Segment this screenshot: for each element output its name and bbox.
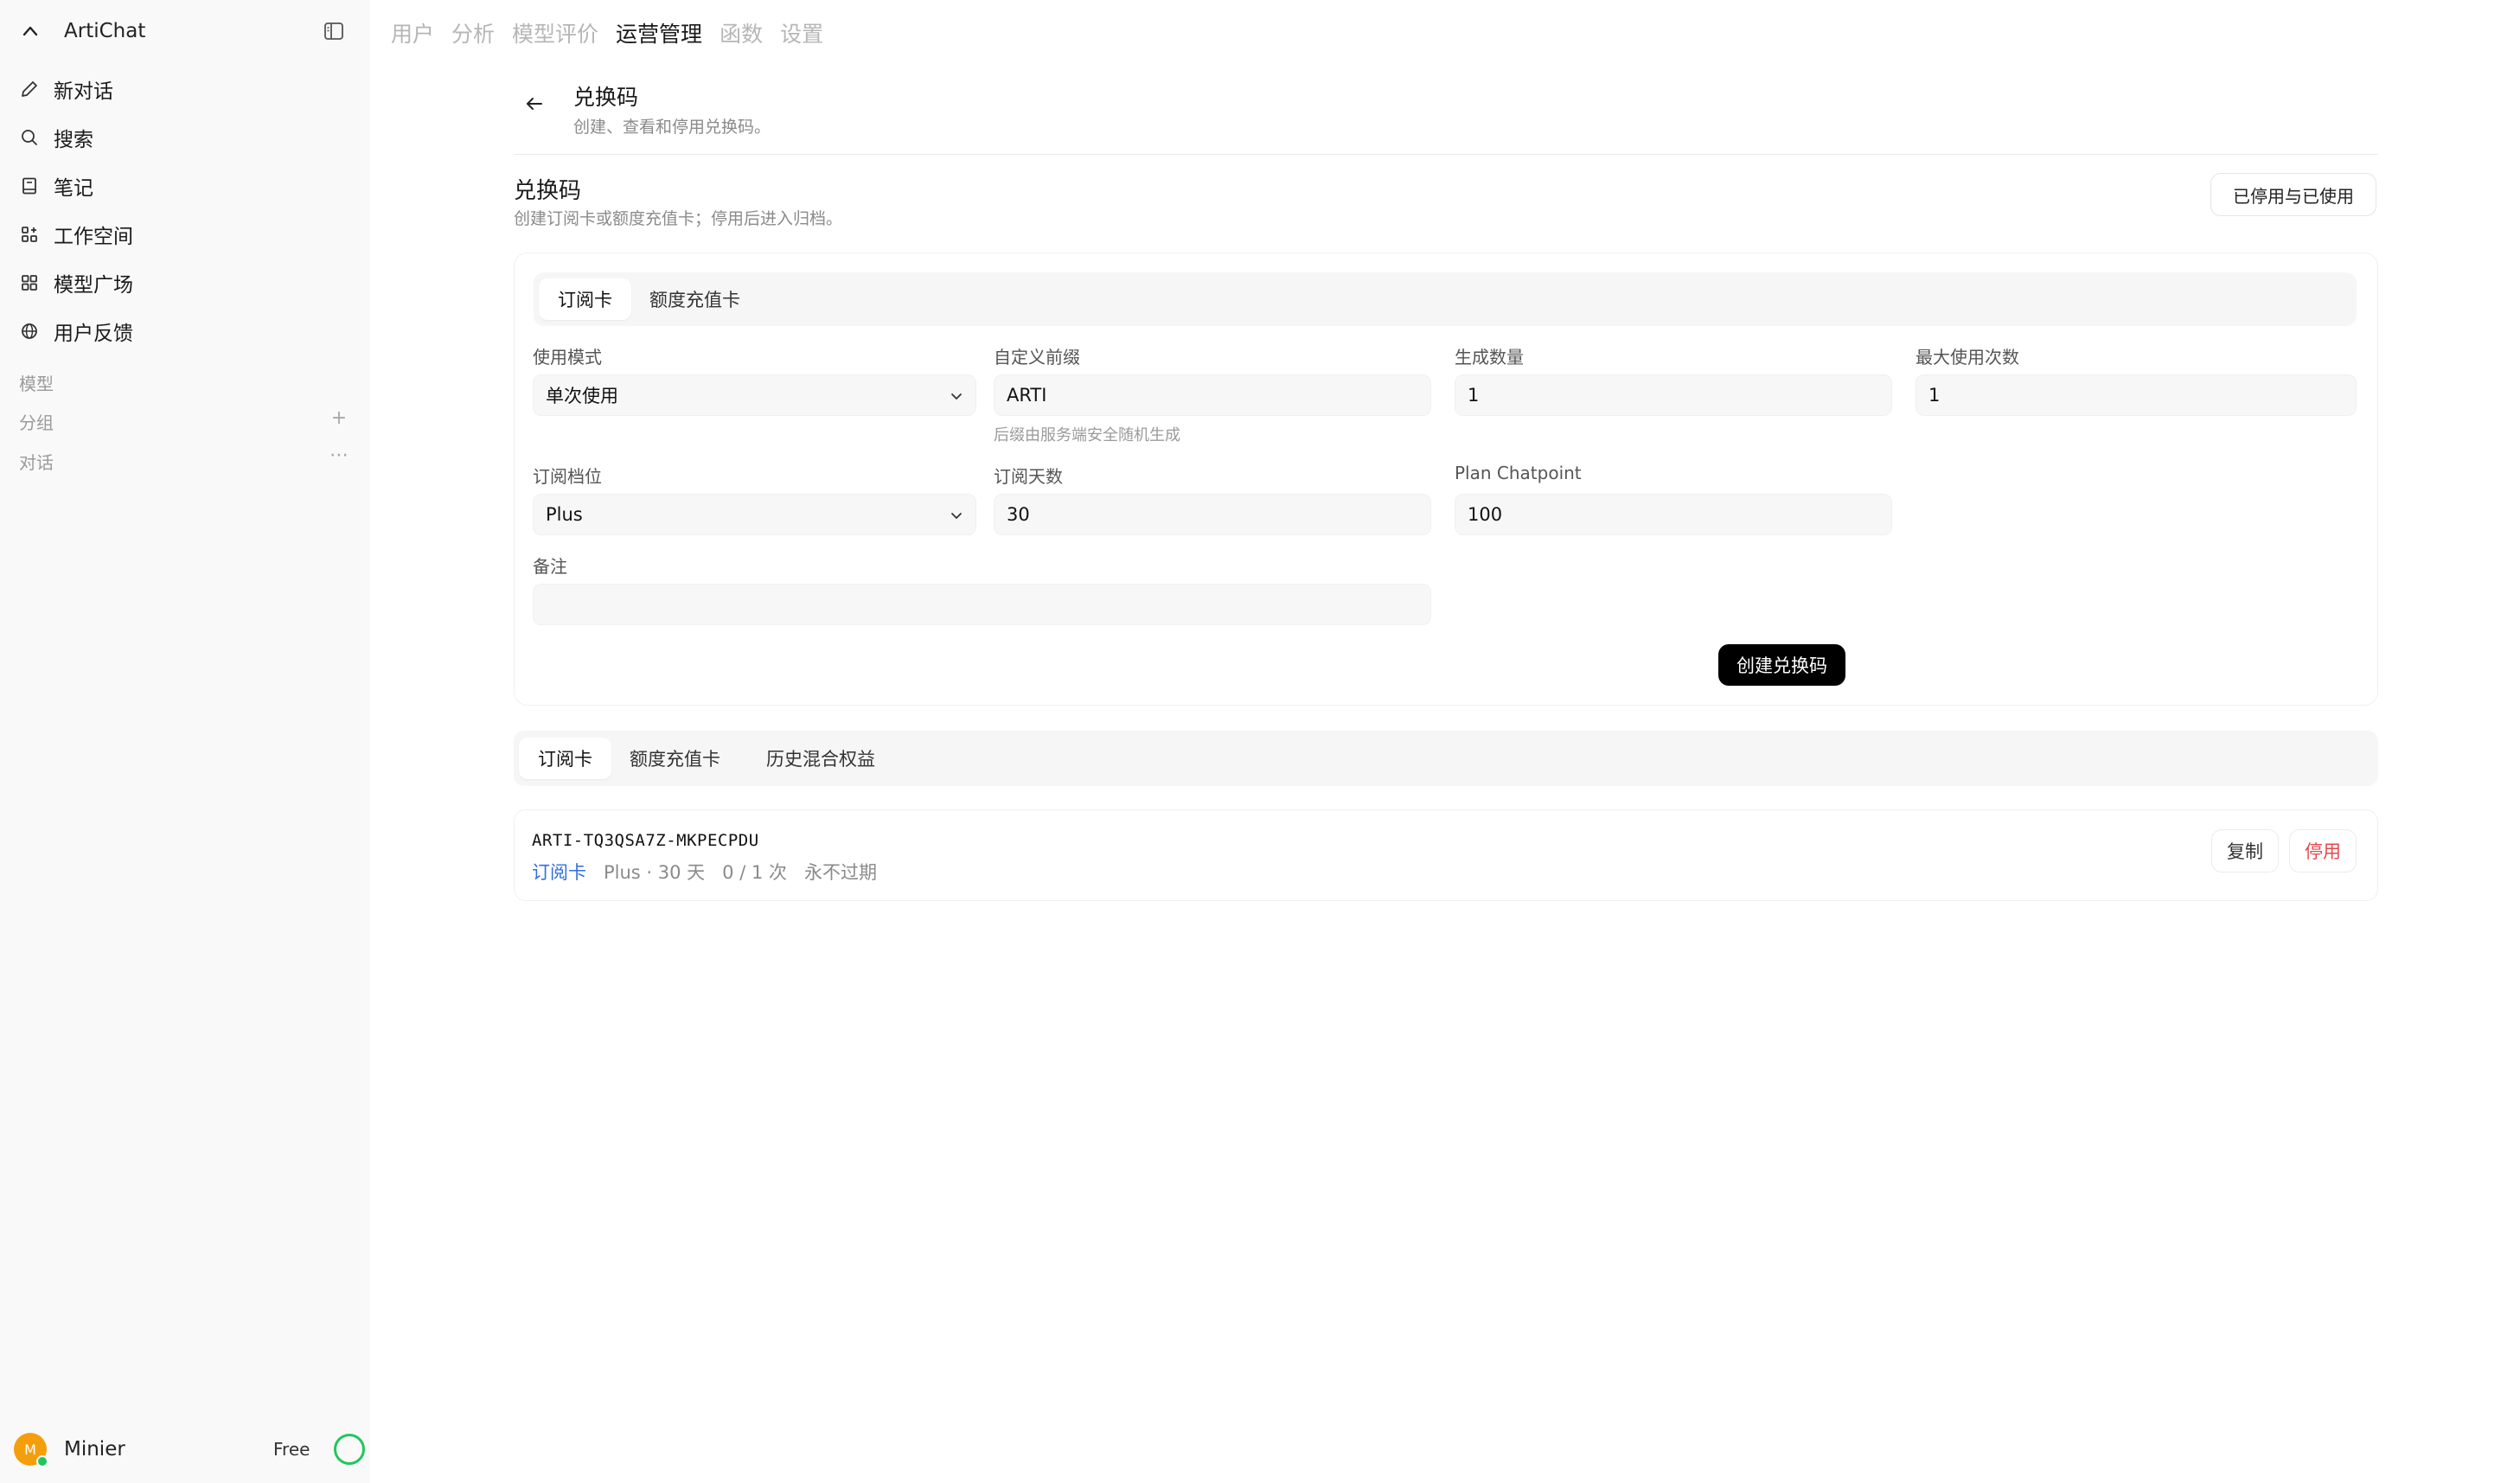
max-uses-value: 1 — [1928, 385, 1941, 406]
sidebar-item-label: 新对话 — [54, 80, 113, 103]
list-item: ARTI-TQ3QSA7Z-MKPECPDU 订阅卡 Plus · 30 天 0… — [514, 809, 2378, 901]
notebook-icon — [17, 174, 42, 198]
sidebar-item-feedback[interactable]: 用户反馈 — [17, 314, 133, 348]
add-group-icon[interactable]: + — [329, 407, 349, 429]
tab-operations[interactable]: 运营管理 — [616, 17, 702, 48]
workspace-icon — [17, 222, 42, 246]
tab-functions[interactable]: 函数 — [720, 17, 763, 48]
prefix-hint: 后缀由服务端安全随机生成 — [994, 426, 1180, 444]
section-label-models: 模型 — [19, 374, 54, 394]
sidebar: ArtiChat 新对话 搜索 笔记 工作空间 模型广场 用户反馈 模型 分组 … — [0, 0, 370, 1483]
tab-subscription-card[interactable]: 订阅卡 — [539, 278, 631, 320]
chevron-down-icon — [946, 386, 967, 406]
app-name: ArtiChat — [64, 20, 146, 42]
sidebar-item-label: 模型广场 — [54, 274, 133, 297]
globe-icon — [17, 319, 42, 343]
tab-analytics[interactable]: 分析 — [451, 17, 495, 48]
prefix-value: ARTI — [1007, 385, 1047, 406]
usage-mode-label: 使用模式 — [533, 347, 602, 368]
brand[interactable]: ArtiChat — [19, 16, 145, 47]
logo-icon — [19, 20, 42, 42]
tab-users[interactable]: 用户 — [391, 17, 434, 48]
tier-label: 订阅档位 — [533, 466, 602, 487]
max-uses-input[interactable]: 1 — [1916, 374, 2357, 416]
header-divider — [514, 154, 2378, 155]
chatpoint-label: Plan Chatpoint — [1455, 463, 1582, 483]
quantity-input[interactable]: 1 — [1455, 374, 1892, 416]
code-usage: 0 / 1 次 — [722, 862, 787, 883]
plan-badge: Free — [273, 1439, 310, 1460]
sidebar-item-workspace[interactable]: 工作空间 — [17, 217, 133, 252]
code-type: 订阅卡 — [532, 862, 586, 883]
grid-icon — [17, 271, 42, 295]
pencil-icon — [17, 77, 42, 101]
code-plan: Plus · 30 天 — [604, 862, 706, 883]
create-code-card: 订阅卡 额度充值卡 使用模式 单次使用 自定义前缀 ARTI 后缀由服务端安全随… — [514, 252, 2378, 706]
page-title: 兑换码 — [573, 85, 639, 110]
copy-button[interactable]: 复制 — [2211, 829, 2279, 873]
days-input[interactable]: 30 — [994, 494, 1431, 535]
archived-codes-button[interactable]: 已停用与已使用 — [2210, 173, 2376, 216]
disable-button[interactable]: 停用 — [2289, 829, 2357, 873]
sidebar-item-notes[interactable]: 笔记 — [17, 169, 93, 203]
note-input[interactable] — [533, 584, 1431, 625]
prefix-input[interactable]: ARTI — [994, 374, 1431, 416]
sidebar-item-new-chat[interactable]: 新对话 — [17, 72, 113, 106]
chevron-down-icon — [946, 505, 967, 526]
usage-ring-icon[interactable] — [334, 1434, 365, 1465]
sidebar-item-label: 笔记 — [54, 177, 93, 200]
sidebar-item-model-plaza[interactable]: 模型广场 — [17, 265, 133, 300]
section-label-chats: 对话 — [19, 452, 54, 473]
admin-tabs: 用户 分析 模型评价 运营管理 函数 设置 — [391, 17, 823, 48]
quantity-label: 生成数量 — [1455, 347, 1524, 368]
avatar-initial: M — [24, 1441, 36, 1458]
prefix-label: 自定义前缀 — [994, 347, 1080, 368]
tab-list-subscription[interactable]: 订阅卡 — [519, 738, 611, 779]
tab-list-credit[interactable]: 额度充值卡 — [611, 738, 739, 779]
code-list-tabs: 订阅卡 额度充值卡 历史混合权益 — [514, 731, 2378, 786]
sidebar-item-label: 工作空间 — [54, 226, 133, 248]
redeem-code: ARTI-TQ3QSA7Z-MKPECPDU — [532, 831, 759, 850]
max-uses-label: 最大使用次数 — [1916, 347, 2019, 368]
tier-select[interactable]: Plus — [533, 494, 976, 535]
usage-mode-select[interactable]: 单次使用 — [533, 374, 976, 416]
tab-settings[interactable]: 设置 — [780, 17, 823, 48]
tab-credit-card[interactable]: 额度充值卡 — [630, 278, 759, 320]
page-subtitle: 创建、查看和停用兑换码。 — [573, 118, 771, 137]
section-label-groups: 分组 — [19, 412, 54, 433]
user-name: Minier — [64, 1438, 125, 1461]
create-code-button[interactable]: 创建兑换码 — [1718, 644, 1845, 686]
card-type-switch: 订阅卡 额度充值卡 — [534, 272, 2357, 326]
code-expiry: 永不过期 — [804, 862, 877, 883]
section-title: 兑换码 — [514, 178, 582, 204]
sidebar-item-label: 用户反馈 — [54, 323, 133, 345]
sidebar-item-label: 搜索 — [54, 129, 93, 151]
section-subtitle: 创建订阅卡或额度充值卡；停用后进入归档。 — [514, 209, 843, 228]
tab-model-evaluation[interactable]: 模型评价 — [512, 17, 598, 48]
quantity-value: 1 — [1468, 385, 1480, 406]
tab-list-legacy[interactable]: 历史混合权益 — [747, 738, 894, 779]
avatar: M — [14, 1433, 48, 1467]
user-profile[interactable]: M Minier Free — [14, 1430, 365, 1468]
sidebar-toggle-icon[interactable] — [322, 19, 346, 43]
sidebar-item-search[interactable]: 搜索 — [17, 120, 93, 155]
online-status-icon — [36, 1455, 48, 1467]
code-meta: 订阅卡 Plus · 30 天 0 / 1 次 永不过期 — [532, 859, 877, 885]
note-label: 备注 — [533, 556, 567, 577]
days-label: 订阅天数 — [994, 466, 1063, 487]
usage-mode-value: 单次使用 — [546, 386, 618, 406]
search-icon — [17, 125, 42, 150]
tier-value: Plus — [546, 504, 583, 525]
days-value: 30 — [1007, 504, 1030, 525]
back-arrow-icon[interactable] — [519, 88, 550, 119]
chatpoint-input[interactable]: 100 — [1455, 494, 1892, 535]
chatpoint-value: 100 — [1468, 504, 1503, 525]
more-icon[interactable]: ⋯ — [329, 444, 349, 466]
